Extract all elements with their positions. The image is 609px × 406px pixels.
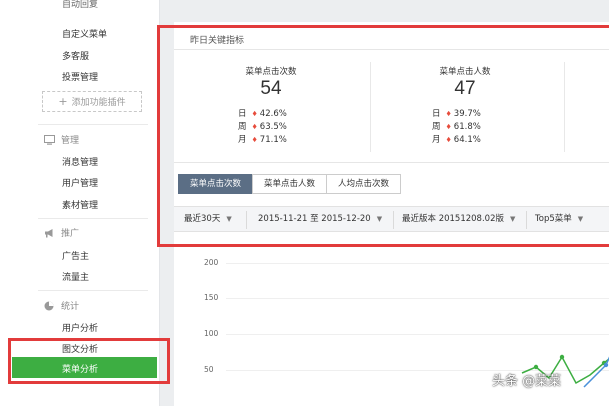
- divider: [38, 290, 148, 291]
- plus-icon: +: [58, 95, 68, 108]
- sidebar-item-custom-menu[interactable]: 自定义菜单: [62, 27, 107, 40]
- sidebar-group-label: 统计: [61, 302, 80, 312]
- series-point-b: [603, 362, 609, 368]
- monitor-icon: [44, 134, 55, 145]
- sidebar-group-label: 管理: [61, 136, 80, 146]
- highlight-box-sidebar: [8, 338, 170, 384]
- y-tick-label: 200: [204, 258, 219, 267]
- sidebar-item-user-analysis[interactable]: 用户分析: [62, 321, 98, 334]
- sidebar-item-advertiser[interactable]: 广告主: [62, 249, 89, 262]
- y-tick-label: 100: [204, 329, 219, 338]
- highlight-box-top: [157, 25, 609, 247]
- sidebar-item-users[interactable]: 用户管理: [62, 176, 98, 189]
- series-point-a: [559, 354, 565, 360]
- sidebar-item-messages[interactable]: 消息管理: [62, 155, 98, 168]
- y-tick-label: 50: [204, 365, 214, 374]
- trend-chart: 200 150 100 50: [174, 250, 609, 390]
- sidebar-item-traffic-owner[interactable]: 流量主: [62, 270, 89, 283]
- pie-chart-icon: [44, 301, 54, 310]
- gridline: [226, 298, 609, 299]
- divider: [38, 124, 148, 125]
- sidebar-group-stats: 统计: [44, 299, 79, 312]
- sidebar-group-manage: 管理: [44, 133, 79, 146]
- y-tick-label: 150: [204, 293, 219, 302]
- sidebar-item-materials[interactable]: 素材管理: [62, 198, 98, 211]
- sidebar-group-label: 推广: [61, 229, 80, 239]
- sidebar-group-promote: 推广: [44, 226, 79, 239]
- sidebar-item-multi-service[interactable]: 多客服: [62, 49, 89, 62]
- megaphone-icon: [45, 228, 53, 237]
- watermark: 头条 @菜菜: [492, 374, 562, 389]
- sidebar-item-auto-reply[interactable]: 自动回复: [62, 0, 98, 10]
- series-point-a: [533, 364, 539, 370]
- gridline: [226, 263, 609, 264]
- sidebar-item-vote-manage[interactable]: 投票管理: [62, 70, 98, 83]
- add-function-label: 添加功能插件: [71, 98, 126, 108]
- divider: [38, 218, 148, 219]
- add-function-button[interactable]: + 添加功能插件: [42, 91, 142, 112]
